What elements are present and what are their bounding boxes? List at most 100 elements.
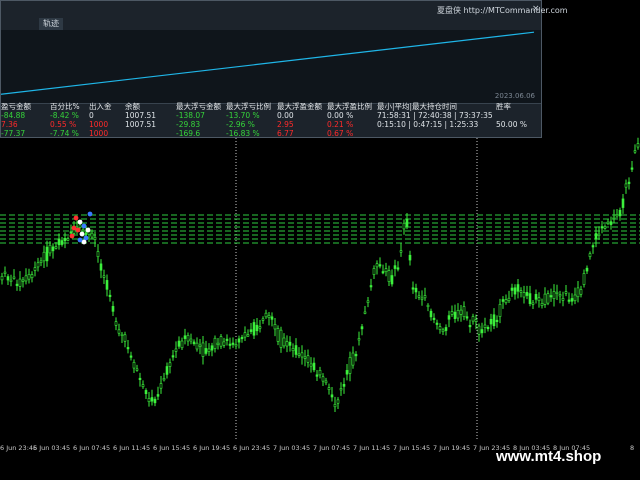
- candle-body: [327, 387, 331, 390]
- candle-body: [582, 273, 586, 285]
- candle-body: [225, 338, 229, 341]
- tab-trajectory[interactable]: 轨迹: [39, 18, 63, 30]
- candle-body: [618, 209, 622, 217]
- candle-body: [9, 279, 13, 282]
- candle-body: [402, 222, 406, 230]
- candle-body: [261, 318, 265, 321]
- stat-cell: 71:58:31 | 72:40:38 | 73:37:35: [377, 111, 493, 120]
- candle-body: [114, 321, 118, 326]
- time-label: 7 Jun 15:45: [393, 444, 431, 452]
- candle-body: [411, 287, 415, 290]
- candle-body: [30, 274, 34, 279]
- candle-body: [528, 293, 532, 304]
- candle-body: [567, 299, 571, 302]
- candle-body: [480, 329, 484, 334]
- candle-body: [99, 263, 103, 271]
- candle-body: [93, 236, 97, 240]
- candle-body: [3, 271, 7, 274]
- candle-body: [192, 341, 196, 345]
- candle-body: [534, 294, 538, 300]
- candle-body: [129, 355, 133, 358]
- candle-body: [216, 342, 220, 345]
- stat-cell: -169.6: [176, 129, 201, 138]
- candle-body: [42, 251, 46, 262]
- candle-body: [231, 342, 235, 345]
- panel-title: 夏盘侠 http://MTCommander.com: [437, 6, 568, 15]
- candle-body: [366, 300, 370, 303]
- candle-body: [60, 240, 64, 245]
- candle-body: [531, 302, 535, 305]
- stat-cell: 1000: [89, 129, 109, 138]
- candle-body: [630, 167, 634, 170]
- candle-body: [246, 334, 250, 337]
- candle-body: [321, 376, 325, 382]
- candle-body: [156, 394, 160, 397]
- candle-body: [264, 312, 268, 318]
- candle-body: [318, 370, 322, 376]
- candle-body: [159, 383, 163, 389]
- candle-body: [348, 357, 352, 374]
- candle-body: [189, 338, 193, 342]
- candle-body: [543, 293, 547, 305]
- candle-body: [27, 274, 31, 280]
- candle-body: [378, 264, 382, 267]
- trade-marker: [69, 233, 75, 239]
- candle-body: [636, 143, 640, 148]
- candle-body: [342, 384, 346, 387]
- candle-body: [207, 348, 211, 352]
- time-label: 7 Jun 11:45: [353, 444, 391, 452]
- candle-body: [294, 345, 298, 355]
- tab-overview[interactable]: [1, 18, 9, 30]
- candle-body: [417, 295, 421, 298]
- stat-cell: -8.42 %: [50, 111, 79, 120]
- candle-body: [147, 398, 151, 403]
- trade-marker: [73, 215, 79, 221]
- stat-cell: 0.00: [277, 111, 294, 120]
- time-label: 6 Jun 07:45: [73, 444, 111, 452]
- candle-body: [276, 328, 280, 342]
- candle-body: [228, 343, 232, 346]
- candle-body: [12, 276, 16, 279]
- candle-body: [549, 295, 553, 298]
- candle-body: [333, 404, 337, 408]
- candle-body: [588, 253, 592, 257]
- close-icon[interactable]: ×: [532, 4, 540, 14]
- stat-cell: 50.00 %: [496, 120, 527, 129]
- candle-body: [0, 276, 4, 281]
- candle-body: [270, 316, 274, 320]
- candle-body: [429, 310, 433, 318]
- candle-body: [525, 292, 529, 296]
- candle-body: [177, 340, 181, 347]
- candle-body: [138, 377, 142, 381]
- candle-body: [507, 297, 511, 301]
- candle-body: [45, 246, 49, 262]
- candle-body: [351, 352, 355, 366]
- candle-body: [141, 384, 145, 388]
- time-label: 6 Jun 11:45: [113, 444, 151, 452]
- candle-body: [624, 183, 628, 188]
- candle-body: [51, 246, 55, 252]
- candle-body: [462, 306, 466, 317]
- candle-body: [510, 287, 514, 291]
- candle-body: [252, 322, 256, 336]
- candle-body: [603, 226, 607, 229]
- candle-body: [495, 319, 499, 322]
- stat-cell: -13.70 %: [226, 111, 260, 120]
- candle-body: [594, 233, 598, 240]
- mtcommander-panel: 夏盘侠 http://MTCommander.com × 轨迹 2023.06.…: [0, 0, 568, 138]
- stat-cell: 1007.51: [125, 111, 157, 120]
- curve-date: 2023.06.06: [494, 92, 535, 100]
- candle-body: [108, 294, 112, 297]
- candle-body: [621, 198, 625, 208]
- candle-body: [195, 342, 199, 350]
- candle-body: [345, 370, 349, 375]
- candle-body: [300, 352, 304, 358]
- candle-body: [165, 366, 169, 375]
- stat-cell: 0: [89, 111, 94, 120]
- candle-body: [423, 295, 427, 299]
- candle-body: [597, 233, 601, 236]
- stat-cell: -7.74 %: [50, 129, 79, 138]
- candle-body: [537, 297, 541, 302]
- candle-body: [600, 226, 604, 229]
- candle-body: [369, 285, 373, 288]
